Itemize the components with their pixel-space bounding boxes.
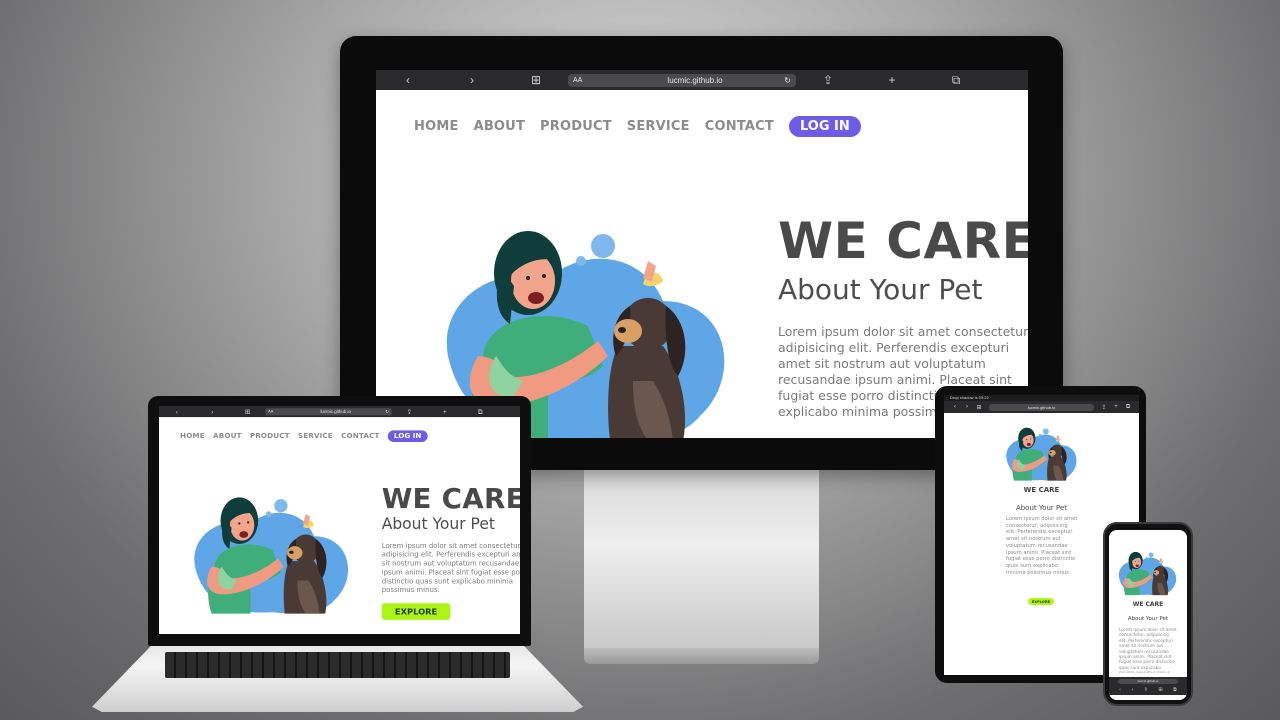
browser-toolbar: ‹ › ⊞ AA lucmic.github.io ↻ ⇪ + ⧉ [376, 70, 1028, 90]
laptop-nav-home[interactable]: HOME [180, 432, 205, 440]
laptop-hero-body: Lorem ipsum dolor sit amet consectetur, … [381, 541, 520, 594]
tablet-bookmarks-icon[interactable]: ⊞ [973, 404, 985, 411]
phone-forward-icon[interactable]: › [1131, 687, 1133, 693]
reader-aa[interactable]: AA [573, 77, 613, 84]
reload-icon[interactable]: ↻ [777, 76, 791, 85]
laptop-bookmarks-icon[interactable]: ⊞ [230, 406, 265, 417]
bookmarks-icon[interactable]: ⊞ [504, 70, 568, 90]
phone-hero-title: WE CARE [1132, 601, 1164, 608]
phone-tabs-icon[interactable]: ⧉ [1173, 687, 1177, 693]
hero-title: WE CARE [778, 212, 1028, 270]
laptop-back-icon[interactable]: ‹ [159, 406, 194, 417]
laptop-screen: ‹ › ⊞ AA lucmic.github.io ↻ ⇪ + ⧉ HOME A… [159, 406, 520, 634]
laptop-browser-toolbar: ‹ › ⊞ AA lucmic.github.io ↻ ⇪ + ⧉ [159, 406, 520, 418]
tablet-explore-button[interactable]: EXPLORE [1028, 598, 1054, 605]
laptop-address-bar[interactable]: AA lucmic.github.io ↻ [265, 407, 392, 416]
tablet-browser-toolbar: ‹ › ⊞ lucmic.github.io ⇪ + ⧉ [944, 401, 1139, 413]
login-button[interactable]: LOG IN [788, 116, 861, 137]
laptop-hero-subtitle: About Your Pet [381, 514, 495, 533]
laptop-share-icon[interactable]: ⇪ [392, 406, 427, 417]
laptop-explore-button[interactable]: EXPLORE [381, 603, 451, 620]
address-bar[interactable]: AA lucmic.github.io ↻ [568, 73, 796, 87]
phone-back-icon[interactable]: ‹ [1119, 687, 1121, 693]
laptop-nav-about[interactable]: ABOUT [213, 432, 242, 440]
laptop-login-button[interactable]: LOG IN [387, 430, 428, 443]
phone-bottom-toolbar: ‹ › ⇪ ⊞ ⧉ [1109, 685, 1187, 695]
laptop-new-tab-icon[interactable]: + [427, 406, 462, 417]
nav-about[interactable]: ABOUT [474, 119, 525, 134]
phone-address-toolbar: lucmic.github.io [1109, 677, 1187, 685]
laptop-forward-icon[interactable]: › [194, 406, 229, 417]
nav-home[interactable]: HOME [414, 119, 459, 134]
desktop-page: ‹ › ⊞ AA lucmic.github.io ↻ ⇪ + ⧉ HOME A… [376, 70, 1028, 438]
laptop-nav-contact[interactable]: CONTACT [341, 432, 379, 440]
phone-screen: WE CARE About Your Pet Lorem ipsum dolor… [1109, 530, 1187, 700]
tablet-hero-subtitle: About Your Pet [1015, 504, 1068, 512]
tabs-icon[interactable]: ⧉ [924, 70, 988, 90]
tablet-hero-illustration [1004, 419, 1080, 483]
tablet-tabs-icon[interactable]: ⧉ [1122, 404, 1134, 411]
forward-icon[interactable]: › [440, 70, 504, 90]
laptop-address-url: lucmic.github.io [320, 409, 351, 415]
nav-contact[interactable]: CONTACT [705, 119, 774, 134]
tablet-hero-title: WE CARE [1023, 486, 1060, 494]
laptop-reader-aa[interactable]: AA [268, 410, 290, 414]
tablet-forward-icon[interactable]: › [961, 404, 973, 410]
address-url: lucmic.github.io [667, 75, 723, 85]
main-nav: HOME ABOUT PRODUCT SERVICE CONTACT LOG I… [414, 116, 861, 137]
tablet-back-icon[interactable]: ‹ [949, 404, 961, 410]
laptop-reload-icon[interactable]: ↻ [381, 409, 389, 414]
nav-service[interactable]: SERVICE [627, 119, 690, 134]
laptop-hero-title: WE CARE [381, 482, 520, 515]
laptop-main-nav: HOME ABOUT PRODUCT SERVICE CONTACT LOG I… [180, 430, 428, 443]
laptop-nav-service[interactable]: SERVICE [298, 432, 333, 440]
monitor-screen: ‹ › ⊞ AA lucmic.github.io ↻ ⇪ + ⧉ HOME A… [376, 70, 1028, 438]
laptop-hero-illustration [189, 484, 355, 614]
phone-page: WE CARE About Your Pet Lorem ipsum dolor… [1109, 530, 1187, 700]
hero-subtitle: About Your Pet [778, 273, 983, 306]
tablet-hero-body: Lorem ipsum dolor sit amet consectetur, … [1006, 516, 1078, 576]
laptop-tabs-icon[interactable]: ⧉ [463, 406, 498, 417]
share-icon[interactable]: ⇪ [796, 70, 860, 90]
monitor-stand-foot [584, 648, 819, 664]
phone-hero-subtitle: About Your Pet [1127, 616, 1169, 622]
nav-product[interactable]: PRODUCT [540, 119, 612, 134]
laptop-nav-product[interactable]: PRODUCT [250, 432, 290, 440]
new-tab-icon[interactable]: + [860, 70, 924, 90]
tablet-new-tab-icon[interactable]: + [1110, 404, 1122, 410]
laptop-page: ‹ › ⊞ AA lucmic.github.io ↻ ⇪ + ⧉ HOME A… [159, 406, 520, 634]
tablet-share-icon[interactable]: ⇪ [1098, 404, 1110, 411]
back-icon[interactable]: ‹ [376, 70, 440, 90]
phone-share-icon[interactable]: ⇪ [1144, 687, 1148, 693]
phone-hero-body: Lorem ipsum dolor sit amet consectetur, … [1119, 627, 1177, 673]
phone-address-bar[interactable]: lucmic.github.io [1118, 678, 1178, 684]
phone-hero-illustration [1117, 544, 1179, 598]
laptop-keyboard [165, 652, 510, 678]
monitor-stand-neck [584, 470, 819, 655]
phone-bookmarks-icon[interactable]: ⊞ [1158, 687, 1162, 693]
tablet-address-bar[interactable]: lucmic.github.io [989, 403, 1094, 411]
